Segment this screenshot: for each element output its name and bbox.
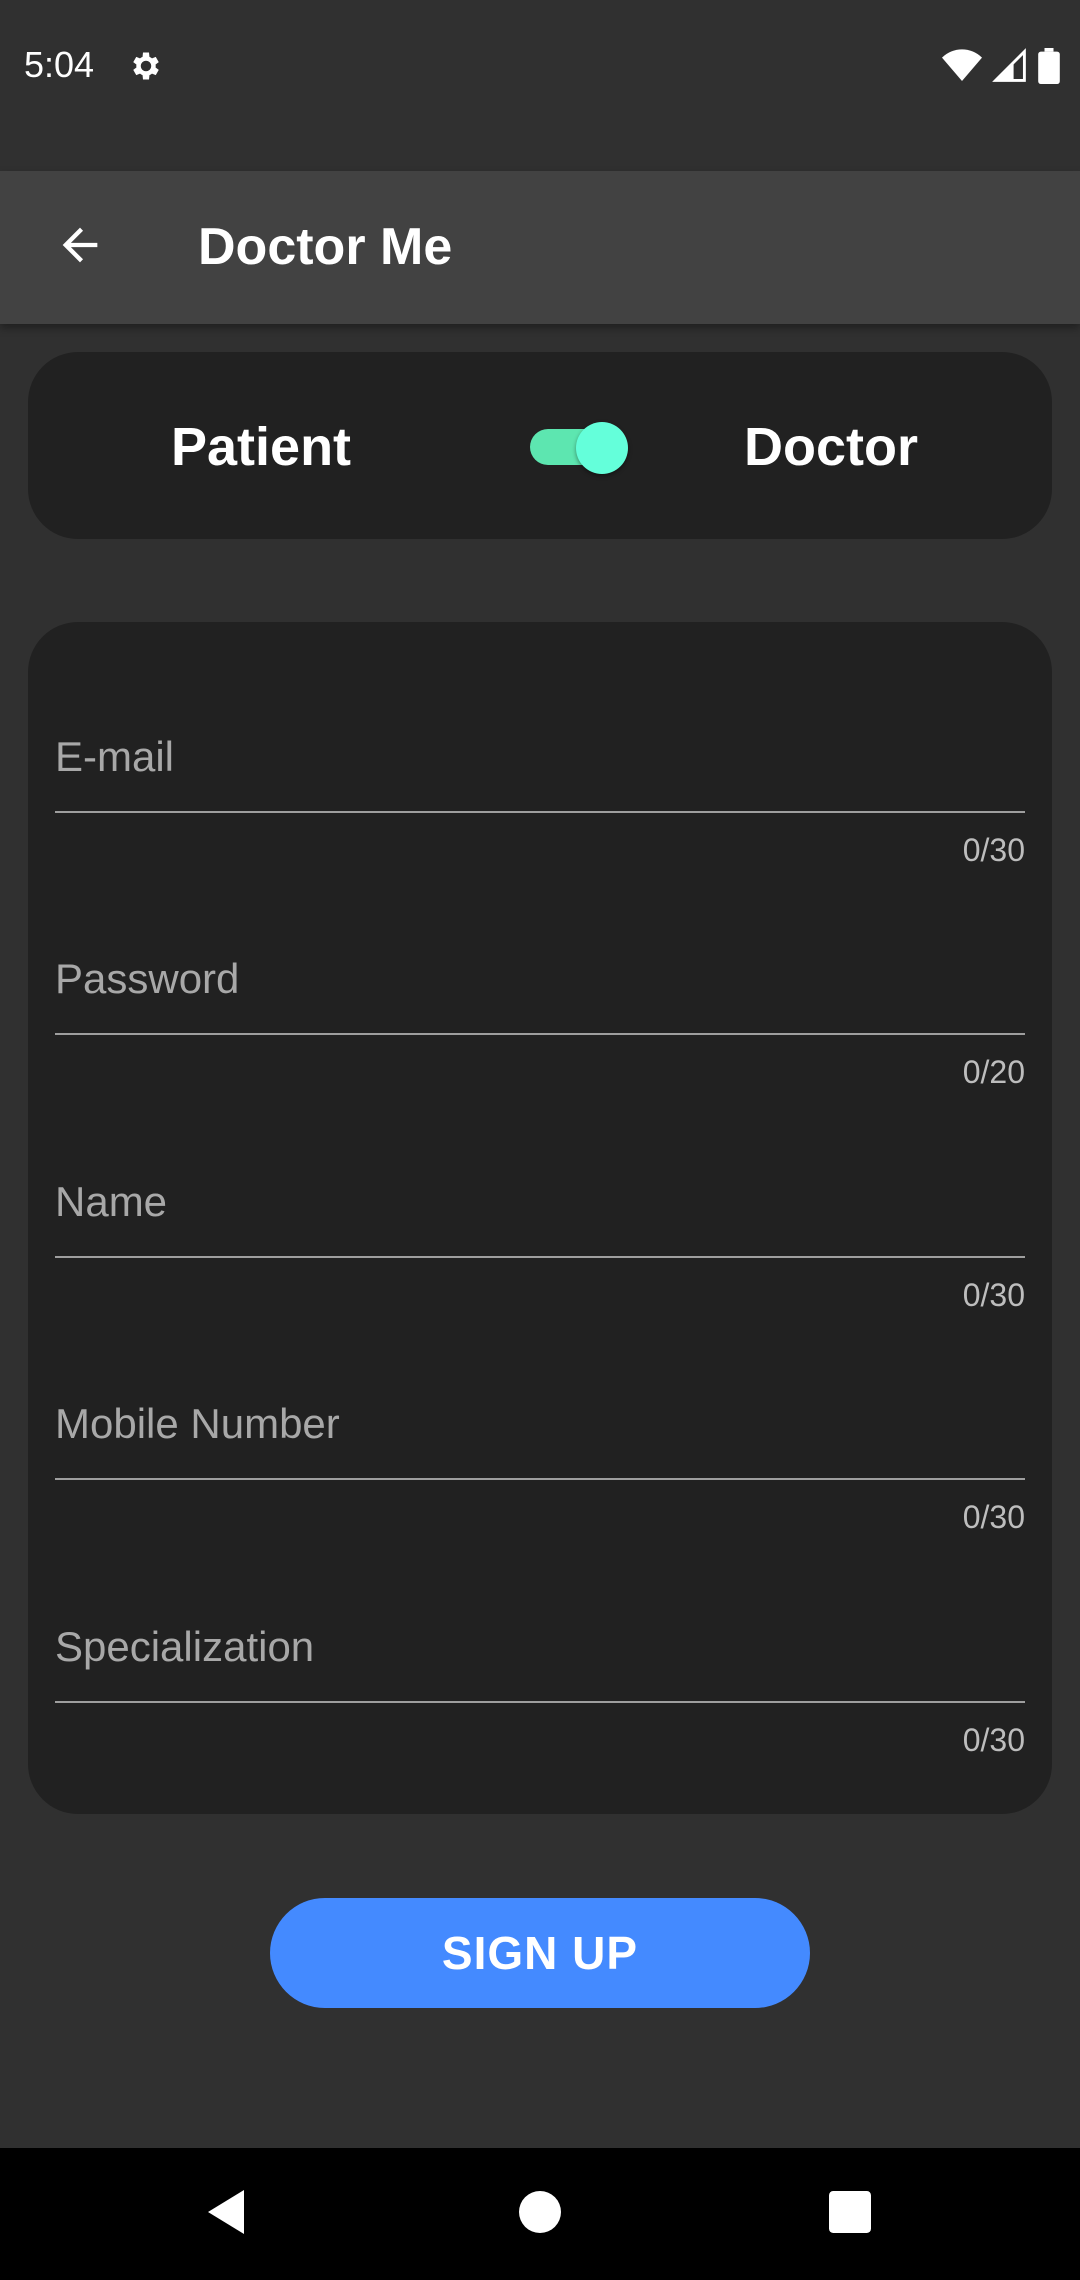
patient-label: Patient (171, 417, 352, 477)
back-button[interactable] (40, 207, 120, 287)
sign-up-button[interactable]: SIGN UP (270, 1898, 810, 2008)
status-icons (942, 48, 1060, 84)
name-input[interactable] (55, 1067, 1025, 1257)
status-bar: 5:04 (0, 0, 1080, 171)
mobile-number-input[interactable] (55, 1289, 1025, 1479)
signal-icon (992, 48, 1028, 84)
battery-icon (1038, 48, 1060, 84)
app-bar: Doctor Me (0, 171, 1080, 324)
char-counter: 0/30 (962, 1722, 1025, 1758)
nav-back-icon (204, 2188, 248, 2241)
specialization-input[interactable] (55, 1512, 1025, 1702)
email-field: 0/30 (55, 622, 1025, 868)
field-underline (55, 811, 1025, 813)
nav-recents-icon (829, 2190, 871, 2238)
field-underline (55, 1478, 1025, 1480)
field-underline (55, 1256, 1025, 1258)
wifi-icon (942, 48, 982, 84)
email-input[interactable] (55, 622, 1025, 812)
arrow-left-icon (54, 219, 106, 276)
settings-gear-icon (128, 48, 164, 84)
password-field: 0/20 (55, 844, 1025, 1090)
doctor-label: Doctor (744, 417, 918, 477)
nav-home-button[interactable] (510, 2184, 570, 2244)
role-switch[interactable] (530, 422, 628, 474)
nav-home-icon (519, 2190, 561, 2238)
switch-thumb (576, 422, 628, 474)
page-title: Doctor Me (198, 218, 453, 276)
field-underline (55, 1033, 1025, 1035)
system-nav-bar (0, 2148, 1080, 2280)
mobile-number-field: 0/30 (55, 1289, 1025, 1535)
field-underline (55, 1701, 1025, 1703)
password-input[interactable] (55, 844, 1025, 1034)
role-toggle-card: Patient Doctor (28, 352, 1052, 539)
name-field: 0/30 (55, 1067, 1025, 1313)
signup-form-card: 0/30 0/20 0/30 0/30 0/30 (28, 622, 1052, 1814)
status-time: 5:04 (24, 44, 95, 85)
specialization-field: 0/30 (55, 1512, 1025, 1758)
nav-recents-button[interactable] (820, 2184, 880, 2244)
nav-back-button[interactable] (196, 2184, 256, 2244)
